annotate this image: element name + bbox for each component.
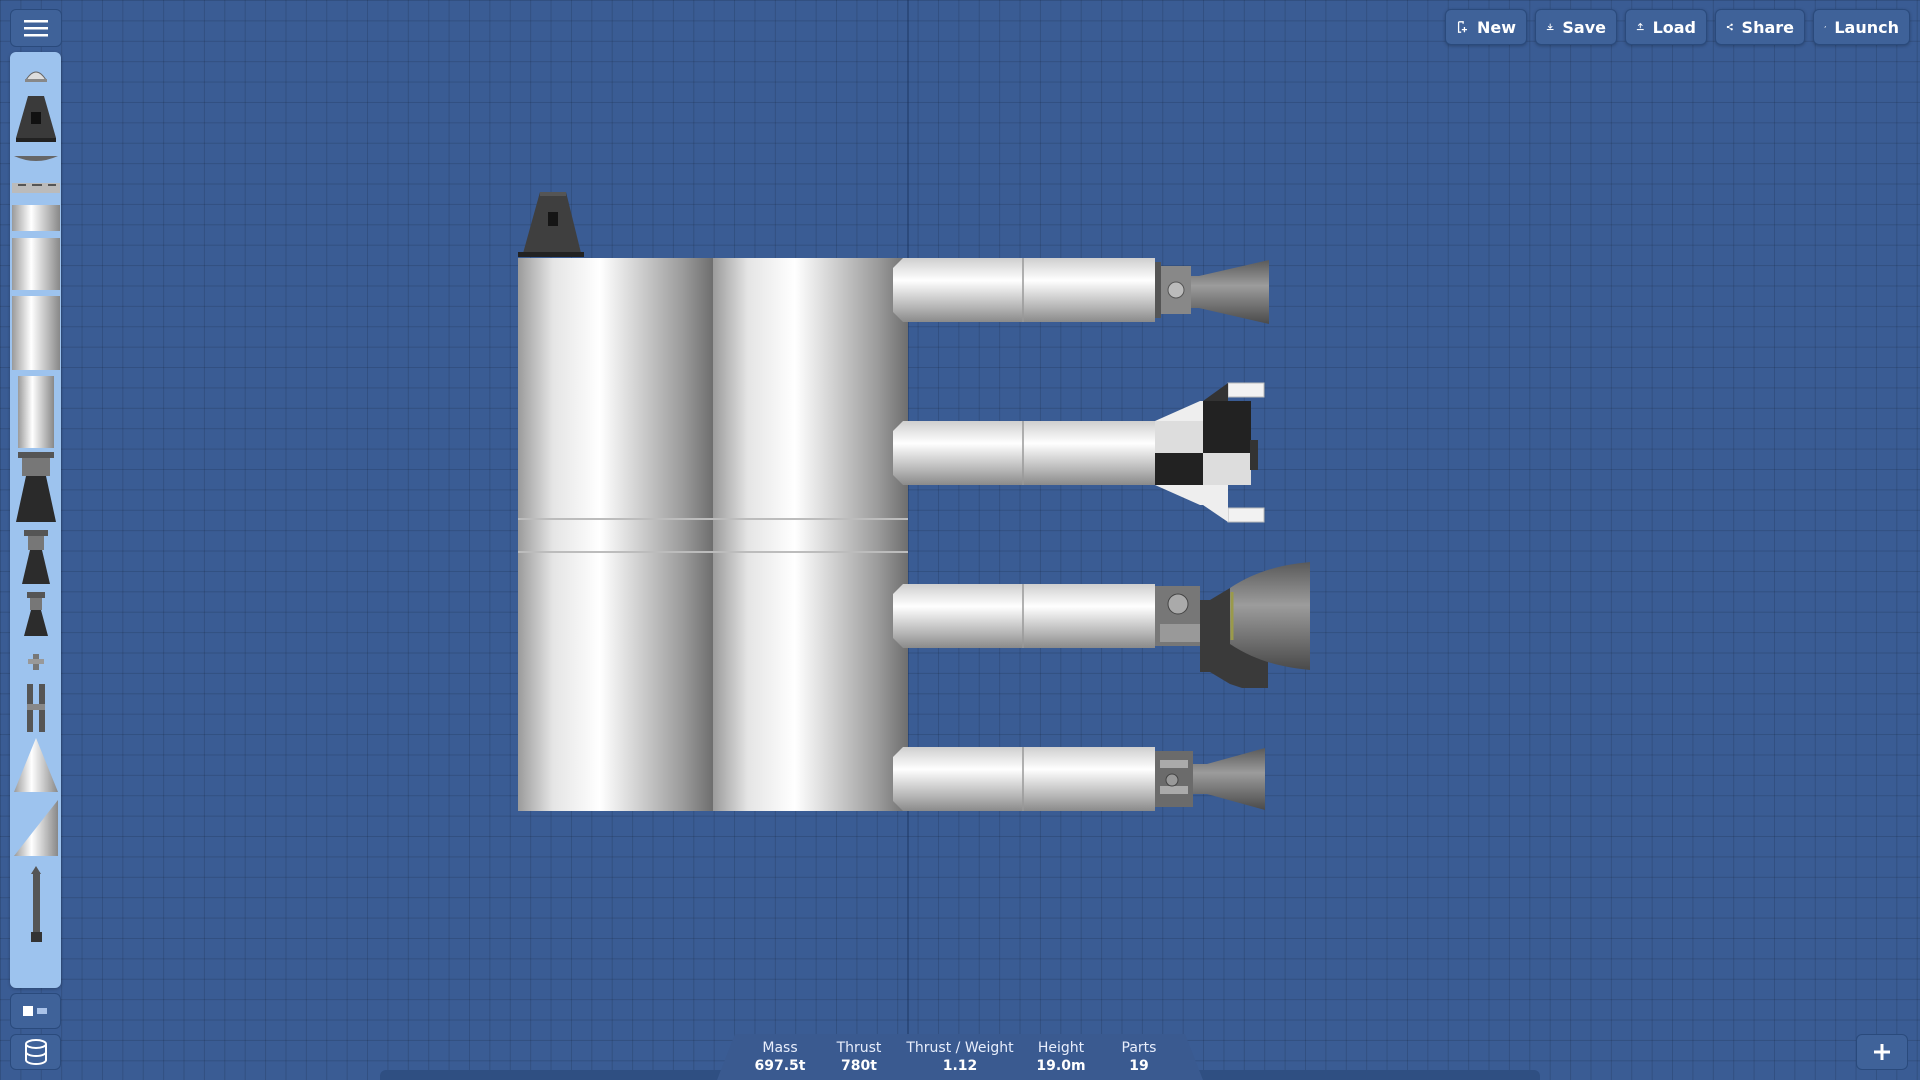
side-booster-3[interactable] <box>893 562 1310 688</box>
parts-value: 19 <box>1129 1058 1149 1074</box>
height-label: Height <box>1037 1040 1085 1056</box>
thrust-stat: Thrust 780t <box>832 1040 886 1074</box>
side-booster-1[interactable] <box>893 258 1269 324</box>
parts-label: Parts <box>1121 1040 1157 1056</box>
parts-stat: Parts 19 <box>1114 1040 1164 1074</box>
main-tank-right[interactable] <box>713 258 908 811</box>
rocket-craft[interactable] <box>0 0 1920 1080</box>
main-tank-left[interactable] <box>518 258 713 811</box>
command-capsule[interactable] <box>518 192 584 257</box>
mass-label: Mass <box>762 1040 798 1056</box>
mass-value: 697.5t <box>754 1058 806 1074</box>
side-booster-2[interactable] <box>893 382 1265 523</box>
thrust-weight-stat: Thrust / Weight 1.12 <box>906 1040 1014 1074</box>
thrust-weight-value: 1.12 <box>942 1058 978 1074</box>
thrust-label: Thrust <box>836 1040 882 1056</box>
side-booster-4[interactable] <box>893 747 1265 811</box>
thrust-weight-label: Thrust / Weight <box>906 1040 1014 1056</box>
mass-stat: Mass 697.5t <box>750 1040 810 1074</box>
height-value: 19.0m <box>1036 1058 1086 1074</box>
thrust-value: 780t <box>841 1058 877 1074</box>
height-stat: Height 19.0m <box>1032 1040 1090 1074</box>
